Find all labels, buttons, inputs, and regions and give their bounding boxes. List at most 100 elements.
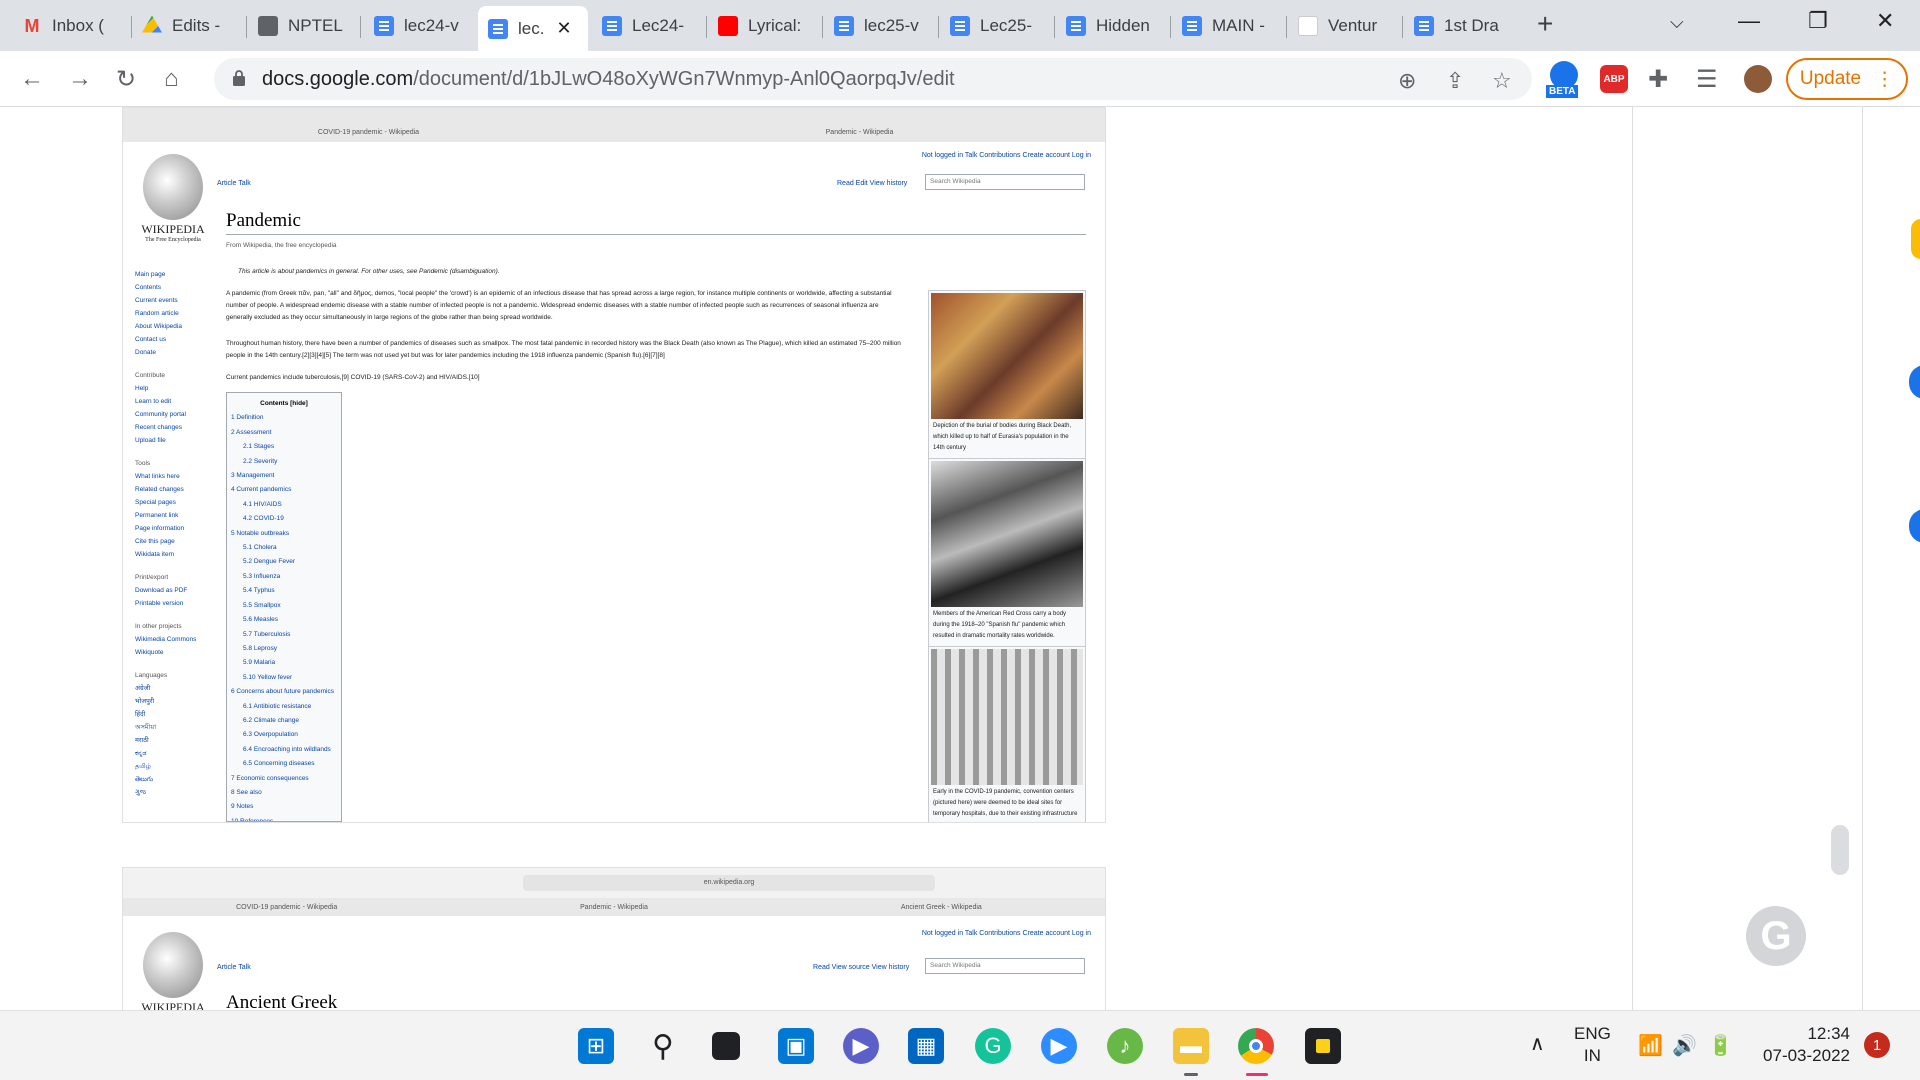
grammarly-app-icon[interactable]: G bbox=[975, 1028, 1011, 1064]
close-tab-icon[interactable]: ✕ bbox=[556, 18, 571, 39]
rail-yellow-marker[interactable] bbox=[1911, 219, 1920, 259]
bookmark-star-icon[interactable]: ☆ bbox=[1492, 68, 1512, 94]
share-icon[interactable]: ⇪ bbox=[1446, 68, 1464, 94]
language-indicator[interactable]: ENG IN bbox=[1574, 1023, 1611, 1067]
toc-entry: 5.3 Influenza bbox=[243, 572, 281, 580]
docs-right-rail bbox=[1862, 107, 1920, 1010]
widgets-icon[interactable]: ▣ bbox=[778, 1028, 814, 1064]
wikipedia-globe-icon bbox=[143, 154, 203, 220]
close-window-button[interactable]: ✕ bbox=[1876, 8, 1894, 34]
battery-icon[interactable]: 🔋 bbox=[1708, 1033, 1733, 1058]
sticky-notes-icon[interactable] bbox=[1305, 1028, 1341, 1064]
file-explorer-icon[interactable]: ▬ bbox=[1173, 1028, 1209, 1064]
wiki-nav-link: What links here bbox=[135, 473, 180, 480]
toc-entry: 4.2 COVID-19 bbox=[243, 515, 284, 523]
tab-drive[interactable]: Edits - bbox=[132, 6, 244, 45]
tab-doc[interactable]: 1st Dra bbox=[1404, 6, 1516, 45]
hidden-icons-chevron[interactable]: ∧ bbox=[1530, 1031, 1545, 1056]
wiki-nav-link: Current events bbox=[135, 297, 178, 304]
wiki-user-links: Not logged in Talk Contributions Create … bbox=[921, 930, 1091, 937]
wiki-left-sidebar: Main page Contents Current events Random… bbox=[135, 268, 215, 799]
tab-separator bbox=[822, 16, 823, 38]
tab-doc[interactable]: Lec24- bbox=[592, 6, 704, 45]
wiki-nav-link: Recent changes bbox=[135, 424, 182, 431]
toc-entry: 8 See also bbox=[231, 788, 262, 796]
windows-taskbar: ⊞ ⚲ ▣ ▶ ▦ G ▶ ♪ ▬ ∧ ENG IN 📶 🔊 🔋 12:34 07-… bbox=[0, 1010, 1920, 1080]
embedded-screenshot-ancient-greek[interactable]: en.wikipedia.org COVID-19 pandemic - Wik… bbox=[122, 867, 1106, 1010]
wiki-nav-link: About Wikipedia bbox=[135, 323, 182, 330]
wiki-nav-link: Special pages bbox=[135, 499, 176, 506]
tab-doc[interactable]: MAIN - bbox=[1172, 6, 1284, 45]
forward-button[interactable]: → bbox=[68, 65, 92, 93]
reading-list-icon[interactable]: ☰ bbox=[1696, 65, 1718, 94]
tab-nptel[interactable]: NPTEL bbox=[248, 6, 360, 45]
wiki-nav-link: Wikiquote bbox=[135, 649, 164, 656]
toc-entry: 5.2 Dengue Fever bbox=[243, 558, 296, 566]
tab-gmail[interactable]: M Inbox ( bbox=[12, 6, 130, 45]
zoom-icon[interactable]: ⊕ bbox=[1398, 68, 1416, 94]
toc-entry: 4 Current pandemics bbox=[231, 486, 292, 494]
wifi-icon[interactable]: 📶 bbox=[1638, 1033, 1663, 1058]
tab-doc[interactable]: lec24-v bbox=[364, 6, 476, 45]
update-button[interactable]: Update ⋮ bbox=[1786, 58, 1908, 100]
wiki-nav-link: Learn to edit bbox=[135, 398, 172, 405]
address-bar[interactable]: docs.google.com/document/d/1bJLwO48oXyWG… bbox=[214, 58, 1532, 100]
url-text: docs.google.com/document/d/1bJLwO48oXyWG… bbox=[262, 68, 955, 90]
tab-separator bbox=[360, 16, 361, 38]
tab-youtube[interactable]: Lyrical: bbox=[708, 6, 822, 45]
wiki-article-subtitle: From Wikipedia, the free encyclopedia bbox=[226, 242, 337, 249]
clock[interactable]: 12:34 07-03-2022 bbox=[1754, 1023, 1850, 1067]
adblock-icon[interactable]: ABP bbox=[1600, 65, 1628, 93]
tab-doc[interactable]: Lec25- bbox=[940, 6, 1052, 45]
wiki-nav-link: Page information bbox=[135, 525, 185, 532]
wiki-thumbnail: Depiction of the burial of bodies during… bbox=[928, 290, 1086, 459]
notification-badge[interactable]: 1 bbox=[1864, 1032, 1890, 1058]
windows-start-icon[interactable]: ⊞ bbox=[578, 1028, 614, 1064]
wiki-nav-link: Cite this page bbox=[135, 538, 175, 545]
beta-badge: BETA bbox=[1546, 85, 1579, 98]
task-view-icon[interactable] bbox=[712, 1032, 740, 1060]
gmail-icon: M bbox=[24, 15, 40, 36]
tab-doc-active[interactable]: lec. ✕ bbox=[478, 6, 588, 51]
wiki-nav-link: Contact us bbox=[135, 336, 167, 343]
microsoft-store-icon[interactable]: ▦ bbox=[908, 1028, 944, 1064]
volume-icon[interactable]: 🔊 bbox=[1672, 1033, 1697, 1058]
zoom-app-icon[interactable]: ▶ bbox=[1041, 1028, 1077, 1064]
tab-blank[interactable]: Ventur bbox=[1288, 6, 1400, 45]
tab-doc[interactable]: lec25-v bbox=[824, 6, 936, 45]
restore-button[interactable]: ❐ bbox=[1808, 8, 1828, 34]
tab-separator bbox=[1054, 16, 1055, 38]
extensions-puzzle-icon[interactable]: ✚ bbox=[1648, 65, 1668, 94]
wiki-hatnote: This article is about pandemics in gener… bbox=[238, 268, 500, 275]
tab-separator bbox=[938, 16, 939, 38]
chrome-app-icon[interactable] bbox=[1238, 1028, 1274, 1064]
rail-blue-marker[interactable] bbox=[1909, 509, 1920, 543]
home-button[interactable]: ⌂ bbox=[164, 65, 179, 93]
wiki-nav-link: Related changes bbox=[135, 486, 184, 493]
lock-icon bbox=[233, 70, 245, 86]
tab-search-chevron-icon[interactable]: ⌵ bbox=[1670, 12, 1684, 33]
thumbnail-caption: Members of the American Red Cross carry … bbox=[933, 611, 1067, 639]
scrollbar-thumb[interactable] bbox=[1831, 825, 1849, 875]
profile-avatar[interactable] bbox=[1744, 65, 1772, 93]
tab-doc[interactable]: Hidden bbox=[1056, 6, 1168, 45]
back-button[interactable]: ← bbox=[20, 65, 44, 93]
embedded-screenshot-pandemic[interactable]: COVID-19 pandemic - Wikipedia Pandemic -… bbox=[122, 107, 1106, 823]
teams-chat-icon[interactable]: ▶ bbox=[843, 1028, 879, 1064]
docs-side-panel bbox=[1632, 107, 1862, 1010]
wiki-nav-heading: Contribute bbox=[135, 372, 165, 379]
new-tab-button[interactable]: + bbox=[1537, 8, 1553, 40]
minimize-button[interactable]: — bbox=[1738, 8, 1760, 34]
toc-entry: 2.2 Severity bbox=[243, 457, 278, 465]
toc-entry: 6.3 Overpopulation bbox=[243, 731, 298, 739]
chrome-active-indicator bbox=[1246, 1073, 1268, 1076]
wiki-lang-link: भोजपुरी bbox=[135, 698, 155, 705]
grammarly-button[interactable]: G bbox=[1746, 906, 1806, 966]
rail-blue-marker[interactable] bbox=[1909, 365, 1920, 399]
search-icon[interactable]: ⚲ bbox=[645, 1028, 681, 1064]
wiki-lang-link: తెలుగు bbox=[135, 776, 153, 783]
toc-entry: 4.1 HIV/AIDS bbox=[243, 500, 282, 508]
docs-icon bbox=[1066, 15, 1086, 36]
music-app-icon[interactable]: ♪ bbox=[1107, 1028, 1143, 1064]
reload-button[interactable]: ↻ bbox=[116, 65, 136, 94]
